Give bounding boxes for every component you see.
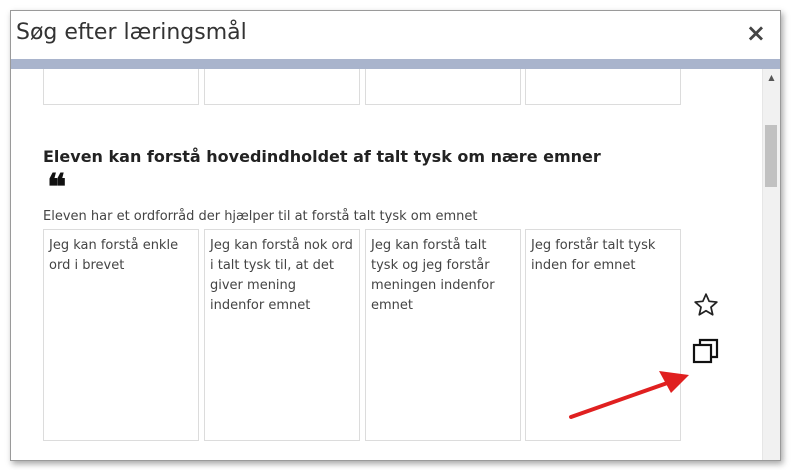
close-icon[interactable]: × [746, 21, 766, 45]
previous-level-cell [365, 69, 521, 105]
previous-level-cell [204, 69, 360, 105]
scrollbar-thumb[interactable] [765, 125, 777, 187]
previous-level-cell [43, 69, 199, 105]
previous-level-cell [525, 69, 681, 105]
level-cell-3: Jeg kan forstå talt tysk og jeg forstår … [365, 229, 521, 441]
scroll-up-arrow-icon[interactable]: ▲ [763, 69, 780, 85]
level-cell-2: Jeg kan forstå nok ord i talt tysk til, … [204, 229, 360, 441]
dialog-titlebar: Søg efter læringsmål × [11, 11, 780, 59]
search-learning-goals-dialog: Søg efter læringsmål × Eleven kan forstå… [10, 10, 781, 461]
dialog-content: Eleven kan forstå hovedindholdet af talt… [11, 69, 763, 460]
vertical-scrollbar[interactable]: ▲ [762, 69, 780, 460]
level-cell-1: Jeg kan forstå enkle ord i brevet [43, 229, 199, 441]
star-icon[interactable] [693, 292, 719, 318]
red-arrow-annotation [569, 371, 689, 419]
quote-icon: ❝ [47, 166, 67, 208]
accent-bar [11, 59, 780, 69]
learning-goal-description: Eleven har et ordforråd der hjælper til … [43, 209, 478, 224]
dialog-title: Søg efter læringsmål [16, 20, 247, 45]
learning-goal-title: Eleven kan forstå hovedindholdet af talt… [43, 147, 601, 166]
